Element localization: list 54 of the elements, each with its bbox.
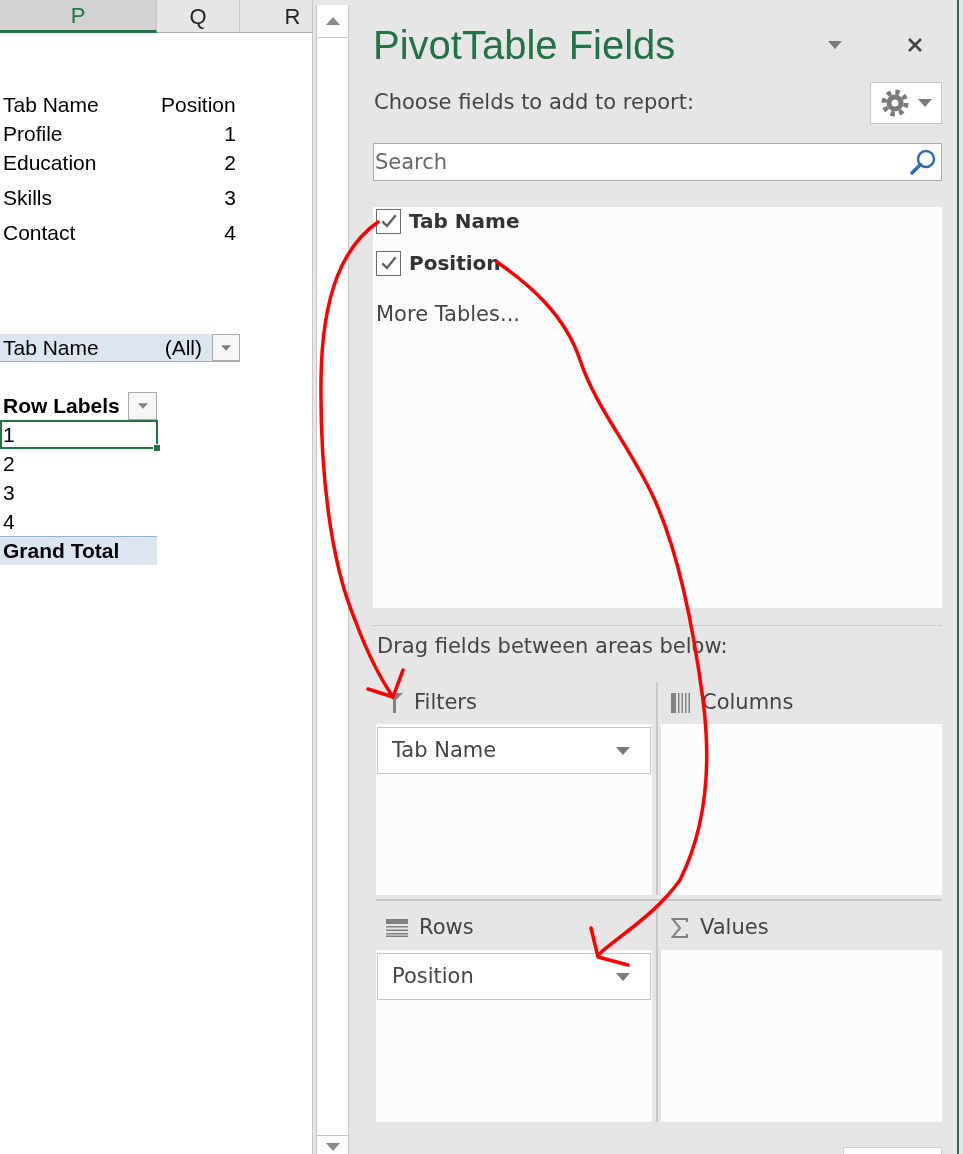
checkbox[interactable] bbox=[376, 208, 401, 234]
panel-title: PivotTable Fields bbox=[373, 25, 676, 65]
field-label[interactable]: Position bbox=[409, 248, 501, 278]
table-cell[interactable]: 4 bbox=[0, 507, 158, 536]
more-tables-link[interactable]: More Tables... bbox=[376, 299, 520, 331]
filter-field-label: Tab Name bbox=[2, 334, 99, 361]
settings-button[interactable] bbox=[870, 82, 942, 124]
table-cell-text: 1 bbox=[224, 120, 236, 147]
settings-icon bbox=[880, 89, 909, 117]
filter-value: (All) bbox=[164, 334, 202, 361]
close-icon bbox=[908, 38, 922, 52]
table-cell-text: Profile bbox=[3, 120, 63, 147]
caret-down-icon bbox=[828, 41, 842, 49]
sigma-icon bbox=[671, 917, 689, 938]
table-cell-text: 3 bbox=[224, 184, 236, 211]
area-label: Values bbox=[700, 913, 769, 941]
column-header[interactable]: Q bbox=[157, 0, 240, 33]
table-cell-text: 2 bbox=[224, 149, 236, 176]
fill-handle[interactable] bbox=[153, 444, 161, 452]
table-header-cell: Tab Name bbox=[3, 92, 99, 116]
scroll-down-button[interactable] bbox=[317, 1135, 348, 1154]
caret-up-icon bbox=[325, 17, 340, 25]
area-label: Filters bbox=[414, 689, 477, 717]
caret-down-icon bbox=[616, 972, 630, 981]
table-cell-text: Skills bbox=[3, 184, 52, 211]
prompt-text: Choose fields to add to report: bbox=[373, 89, 695, 117]
table-cell[interactable]: 3 bbox=[0, 478, 158, 507]
caret-down-icon bbox=[221, 344, 231, 351]
caret-down-icon bbox=[325, 1143, 340, 1151]
table-cell-text: 4 bbox=[224, 220, 236, 247]
checkbox[interactable] bbox=[376, 250, 401, 276]
field-chip[interactable]: Tab Name bbox=[377, 727, 651, 774]
grand-total-cell: Grand Total bbox=[0, 536, 157, 565]
table-cell[interactable]: 1 bbox=[0, 420, 158, 449]
caret-down-icon bbox=[917, 99, 932, 107]
vertical-scrollbar[interactable] bbox=[316, 5, 349, 1154]
filter-icon bbox=[386, 693, 403, 713]
pivot-header: Row Labels bbox=[2, 393, 120, 420]
caret-down-icon bbox=[616, 746, 630, 755]
table-cell-text: Education bbox=[3, 149, 97, 176]
table-cell[interactable]: 2 bbox=[0, 449, 158, 478]
row-labels-dropdown-button[interactable] bbox=[128, 392, 157, 420]
field-chip[interactable]: Position bbox=[377, 953, 651, 1000]
column-header[interactable]: P bbox=[0, 0, 157, 33]
field-label[interactable]: Tab Name bbox=[409, 206, 520, 236]
filter-dropdown-button[interactable] bbox=[212, 334, 240, 361]
search-icon bbox=[909, 148, 937, 176]
table-header-cell: Position bbox=[161, 92, 236, 116]
caret-down-icon bbox=[137, 403, 148, 409]
area-label: Rows bbox=[419, 913, 474, 941]
table-cell-text: Contact bbox=[3, 220, 76, 247]
rows-icon bbox=[386, 918, 408, 937]
search-field[interactable]: Search bbox=[373, 143, 942, 181]
columns-icon bbox=[671, 693, 691, 713]
